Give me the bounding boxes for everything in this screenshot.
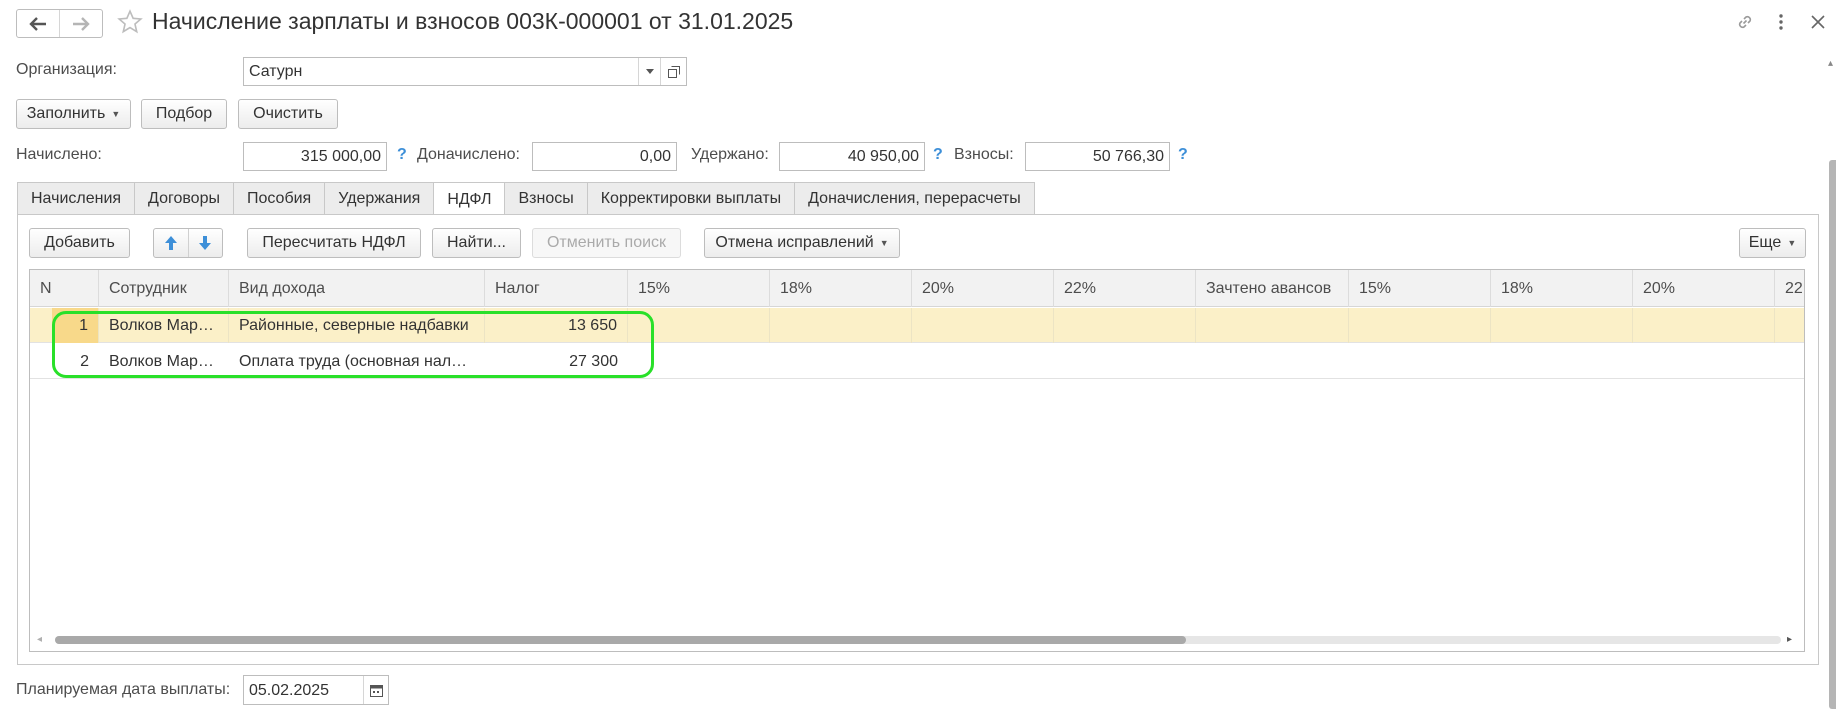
close-icon [1811,15,1825,29]
chevron-down-icon: ▼ [1787,238,1797,248]
scroll-left-icon[interactable]: ◂ [37,634,42,645]
find-button[interactable]: Найти... [432,228,521,258]
column-header-20[interactable]: 20% [912,270,1054,307]
column-header-22[interactable]: 22% [1054,270,1196,307]
empty-cell[interactable] [1633,308,1775,343]
tab-deductions[interactable]: Удержания [324,182,435,215]
contributions-label: Взносы: [954,146,1014,163]
move-buttons [153,228,223,258]
empty-cell[interactable] [1491,308,1633,343]
column-header-adv-22[interactable]: 22 [1775,270,1804,307]
organization-value: Сатурн [249,63,303,80]
recalc-ndfl-button[interactable]: Пересчитать НДФЛ [247,228,421,258]
organization-dropdown-button[interactable] [638,58,660,85]
column-header-n[interactable]: N [30,270,99,307]
tab-contracts[interactable]: Договоры [134,182,234,215]
star-icon [117,9,143,34]
empty-cell[interactable] [1196,308,1349,343]
column-header-tax[interactable]: Налог [485,270,628,307]
accrued-field[interactable]: 315 000,00 [243,142,387,171]
help-icon[interactable]: ? [1178,146,1188,164]
payment-date-field[interactable]: 05.02.2025 [243,675,389,705]
extra-accrued-field[interactable]: 0,00 [532,142,677,171]
clear-button[interactable]: Очистить [238,99,338,129]
empty-cell[interactable] [912,308,1054,343]
vertical-scrollbar-thumb[interactable] [1829,160,1836,709]
calendar-button[interactable] [363,676,388,704]
help-icon[interactable]: ? [397,146,407,164]
back-button[interactable] [17,10,59,37]
column-header-18[interactable]: 18% [770,270,912,307]
navigation-buttons [16,9,103,38]
forward-button[interactable] [59,10,102,37]
tab-contributions[interactable]: Взносы [504,182,588,215]
withheld-field[interactable]: 40 950,00 [779,142,925,171]
undo-fixes-label: Отмена исправлений [715,234,874,251]
pick-button[interactable]: Подбор [141,99,227,129]
column-header-advances[interactable]: Зачтено авансов [1196,270,1349,307]
help-icon[interactable]: ? [933,146,943,164]
organization-open-button[interactable] [660,58,686,85]
tab-ndfl[interactable]: НДФЛ [433,182,506,216]
scroll-right-icon[interactable]: ▸ [1787,634,1792,645]
tab-bar: Начисления Договоры Пособия Удержания НД… [17,182,1035,216]
organization-field[interactable]: Сатурн [243,57,687,86]
link-icon [1738,15,1752,29]
contributions-field[interactable]: 50 766,30 [1025,142,1170,171]
favorite-button[interactable] [117,9,143,40]
column-header-adv-20[interactable]: 20% [1633,270,1775,307]
extra-accrued-label: Доначислено: [417,146,520,163]
scroll-up-icon[interactable]: ▴ [1828,58,1833,69]
arrow-down-icon [199,236,212,250]
more-vertical-icon [1779,14,1783,30]
move-up-button[interactable] [154,229,189,257]
scrollbar-thumb[interactable] [55,636,1186,644]
arrow-up-icon [164,236,177,250]
fill-button-label: Заполнить [26,105,106,122]
horizontal-scrollbar[interactable] [55,636,1781,644]
column-header-adv-15[interactable]: 15% [1349,270,1491,307]
column-header-15[interactable]: 15% [628,270,770,307]
column-header-employee[interactable]: Сотрудник [99,270,229,307]
fill-button[interactable]: Заполнить ▼ [16,99,131,129]
cancel-search-button[interactable]: Отменить поиск [532,228,681,258]
organization-label: Организация: [16,61,117,78]
tab-accruals[interactable]: Начисления [17,182,136,215]
page-title: Начисление зарплаты и взносов 003К-00000… [152,8,794,34]
back-arrow-icon [29,16,46,31]
highlight-outline [52,311,654,378]
payment-date-value: 05.02.2025 [249,682,330,699]
table-header: N Сотрудник Вид дохода Налог 15% 18% 20%… [30,270,1804,307]
open-window-icon [667,65,680,78]
more-button[interactable]: Еще ▼ [1739,228,1806,258]
empty-cell[interactable] [1349,308,1491,343]
add-button[interactable]: Добавить [29,228,130,258]
accrued-label: Начислено: [16,146,102,163]
chevron-down-icon [645,69,654,74]
chevron-down-icon: ▼ [111,109,121,119]
tab-benefits[interactable]: Пособия [232,182,326,215]
withheld-label: Удержано: [691,146,769,163]
link-button[interactable] [1732,9,1758,35]
move-down-button[interactable] [189,229,223,257]
more-label: Еще [1748,234,1782,251]
forward-arrow-icon [73,16,90,31]
tab-payment-corrections[interactable]: Корректировки выплаты [586,182,796,215]
close-button[interactable] [1805,9,1831,35]
column-header-income-type[interactable]: Вид дохода [229,270,485,307]
empty-cell[interactable] [1054,308,1196,343]
column-header-adv-18[interactable]: 18% [1491,270,1633,307]
calendar-icon [369,684,383,697]
undo-fixes-button[interactable]: Отмена исправлений ▼ [704,228,900,258]
empty-cell[interactable] [770,308,912,343]
tab-recalculations[interactable]: Доначисления, перерасчеты [794,182,1035,215]
payment-date-label: Планируемая дата выплаты: [16,681,231,698]
more-actions-button[interactable] [1768,9,1794,35]
chevron-down-icon: ▼ [879,238,889,248]
